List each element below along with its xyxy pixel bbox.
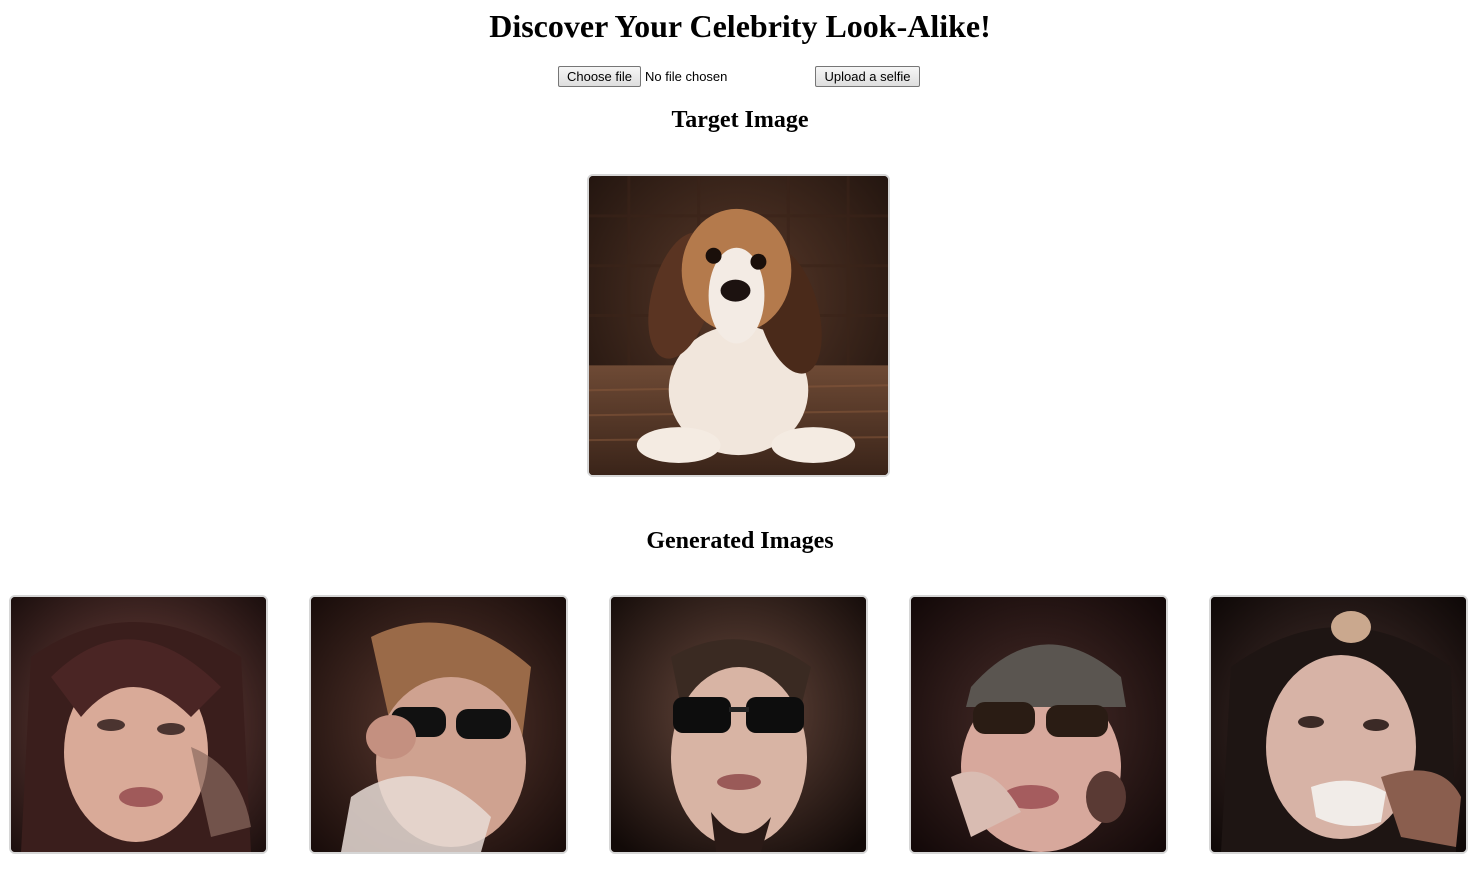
generated-face-image	[911, 597, 1166, 852]
upload-form: Choose file No file chosen Upload a self…	[558, 66, 920, 88]
generated-image-4	[909, 595, 1168, 854]
generated-image-2	[309, 595, 568, 854]
target-image	[587, 174, 890, 477]
page-title: Discover Your Celebrity Look-Alike!	[489, 8, 991, 44]
beagle-puppy-image	[589, 176, 888, 475]
generated-image-5	[1209, 595, 1468, 854]
choose-file-button[interactable]: Choose file	[558, 66, 641, 87]
generated-image-1	[9, 595, 268, 854]
page: Discover Your Celebrity Look-Alike! Choo…	[0, 0, 1480, 869]
generated-face-image	[11, 597, 266, 852]
generated-image-3	[609, 595, 868, 854]
generated-face-image	[611, 597, 866, 852]
generated-images-heading: Generated Images	[646, 528, 834, 554]
generated-face-image	[311, 597, 566, 852]
target-image-heading: Target Image	[671, 107, 809, 133]
upload-selfie-button[interactable]: Upload a selfie	[815, 66, 920, 87]
file-status-text: No file chosen	[645, 69, 728, 84]
generated-face-image	[1211, 597, 1466, 852]
